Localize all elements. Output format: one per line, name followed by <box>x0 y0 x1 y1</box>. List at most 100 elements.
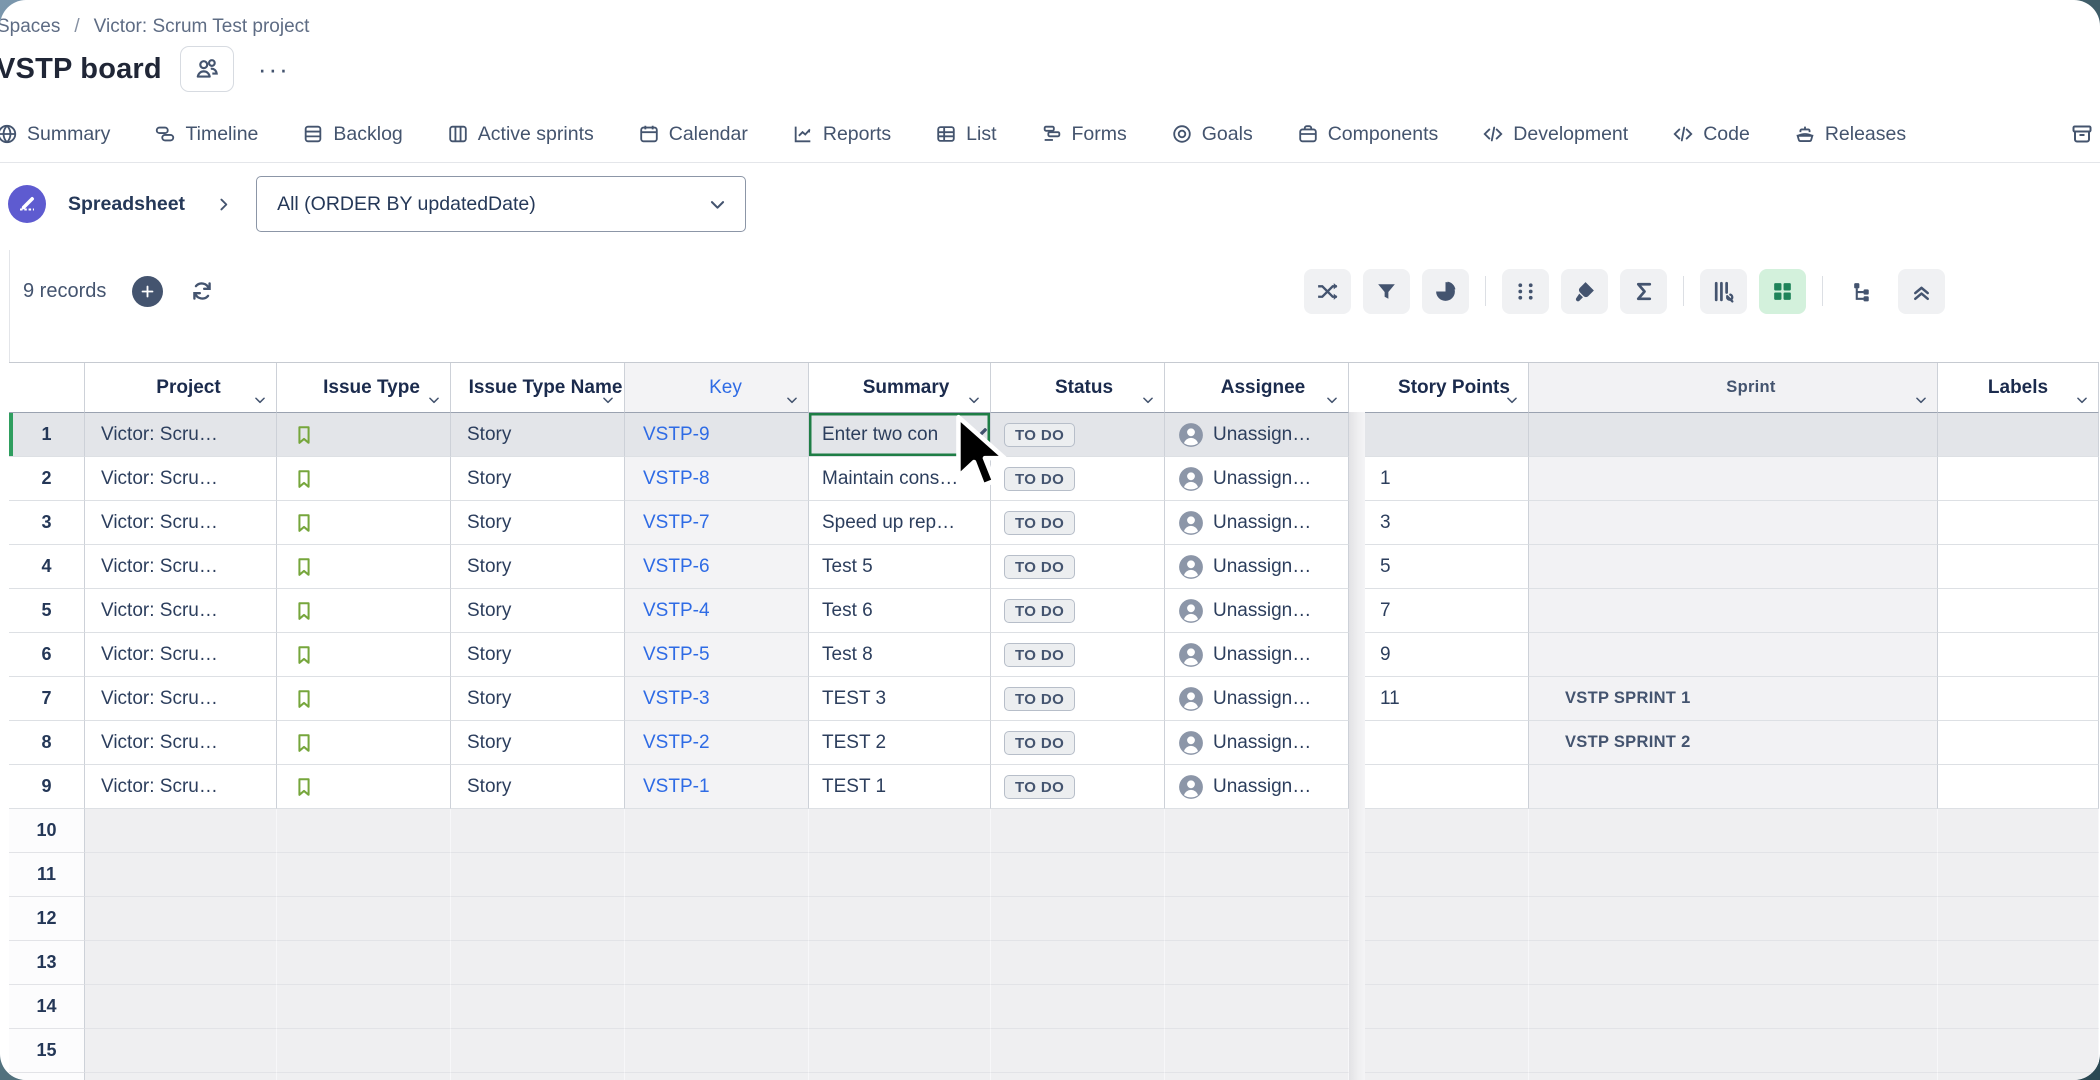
cell-project[interactable]: Victor: Scru… <box>85 677 277 721</box>
row-number[interactable]: 6 <box>9 633 85 677</box>
cell-sprint[interactable] <box>1529 413 1938 457</box>
cell-issue_type_name[interactable]: Story <box>451 501 625 545</box>
cell-summary[interactable]: Enter two con <box>809 413 991 457</box>
tab-code[interactable]: Code <box>1672 123 1750 146</box>
cell-sprint[interactable] <box>1529 589 1938 633</box>
empty-cell-summary[interactable] <box>809 941 991 985</box>
empty-cell-assignee[interactable] <box>1165 1029 1349 1073</box>
cell-project[interactable]: Victor: Scru… <box>85 501 277 545</box>
cell-labels[interactable] <box>1938 721 2099 765</box>
cell-issue_type_name[interactable]: Story <box>451 589 625 633</box>
tab-releases[interactable]: Releases <box>1794 123 1906 146</box>
cell-status[interactable]: TO DO <box>991 677 1165 721</box>
cell-summary[interactable]: Speed up rep… <box>809 501 991 545</box>
cell-sprint[interactable] <box>1529 633 1938 677</box>
cell-issue_type[interactable] <box>277 765 451 809</box>
row-number[interactable]: 10 <box>9 809 85 853</box>
empty-cell-story_points[interactable] <box>1365 1029 1529 1073</box>
cell-labels[interactable] <box>1938 413 2099 457</box>
shuffle-button[interactable] <box>1304 269 1351 314</box>
row-number[interactable]: 11 <box>9 853 85 897</box>
edit-pencil-icon[interactable] <box>971 425 990 444</box>
cell-sprint[interactable] <box>1529 765 1938 809</box>
cell-assignee[interactable]: Unassign… <box>1165 589 1349 633</box>
breadcrumb-spaces[interactable]: Spaces <box>0 16 60 38</box>
empty-cell-project[interactable] <box>85 853 277 897</box>
cell-assignee[interactable]: Unassign… <box>1165 765 1349 809</box>
empty-cell-story_points[interactable] <box>1365 897 1529 941</box>
chevron-down-icon[interactable] <box>1914 393 1928 407</box>
tab-forms[interactable]: Forms <box>1041 123 1127 146</box>
cell-story_points[interactable] <box>1365 721 1529 765</box>
cell-story_points[interactable]: 5 <box>1365 545 1529 589</box>
chevron-down-icon[interactable] <box>2075 393 2089 407</box>
spreadsheet-app-label[interactable]: Spreadsheet <box>68 193 185 216</box>
cell-issue_type[interactable] <box>277 633 451 677</box>
empty-cell-sprint[interactable] <box>1529 809 1938 853</box>
more-button[interactable]: ··· <box>252 59 296 79</box>
empty-cell-project[interactable] <box>85 941 277 985</box>
tab-timeline[interactable]: Timeline <box>154 123 258 146</box>
cell-assignee[interactable]: Unassign… <box>1165 677 1349 721</box>
empty-cell-sprint[interactable] <box>1529 1029 1938 1073</box>
empty-cell-key[interactable] <box>625 1029 809 1073</box>
cell-project[interactable]: Victor: Scru… <box>85 457 277 501</box>
tab-list[interactable]: List <box>935 123 996 146</box>
cell-story_points[interactable]: 1 <box>1365 457 1529 501</box>
empty-cell-summary[interactable] <box>809 853 991 897</box>
cell-status[interactable]: TO DO <box>991 501 1165 545</box>
empty-cell-summary[interactable] <box>809 809 991 853</box>
tab-calendar[interactable]: Calendar <box>638 123 748 146</box>
cell-status[interactable]: TO DO <box>991 457 1165 501</box>
tree-button[interactable] <box>1839 269 1886 314</box>
chevron-down-icon[interactable] <box>967 393 981 407</box>
empty-cell-labels[interactable] <box>1938 1073 2099 1080</box>
empty-cell-status[interactable] <box>991 897 1165 941</box>
cell-labels[interactable] <box>1938 589 2099 633</box>
empty-cell-labels[interactable] <box>1938 985 2099 1029</box>
empty-cell-story_points[interactable] <box>1365 809 1529 853</box>
tab-components[interactable]: Components <box>1297 123 1439 146</box>
empty-cell-assignee[interactable] <box>1165 941 1349 985</box>
row-number[interactable]: 5 <box>9 589 85 633</box>
empty-cell-labels[interactable] <box>1938 897 2099 941</box>
cell-summary[interactable]: Maintain cons… <box>809 457 991 501</box>
row-number[interactable]: 13 <box>9 941 85 985</box>
cell-labels[interactable] <box>1938 633 2099 677</box>
cell-assignee[interactable]: Unassign… <box>1165 413 1349 457</box>
empty-cell-status[interactable] <box>991 941 1165 985</box>
cell-summary[interactable]: Test 8 <box>809 633 991 677</box>
cell-status[interactable]: TO DO <box>991 721 1165 765</box>
empty-cell-story_points[interactable] <box>1365 941 1529 985</box>
row-number[interactable]: 15 <box>9 1029 85 1073</box>
column-header-labels[interactable]: Labels <box>1938 363 2099 413</box>
row-number[interactable]: 3 <box>9 501 85 545</box>
empty-cell-status[interactable] <box>991 1073 1165 1080</box>
empty-cell-key[interactable] <box>625 1073 809 1080</box>
cell-project[interactable]: Victor: Scru… <box>85 413 277 457</box>
empty-cell-key[interactable] <box>625 897 809 941</box>
column-header-sprint[interactable]: Sprint <box>1529 363 1938 413</box>
cell-sprint[interactable] <box>1529 545 1938 589</box>
empty-cell-assignee[interactable] <box>1165 809 1349 853</box>
tab-development[interactable]: Development <box>1482 123 1628 146</box>
empty-cell-assignee[interactable] <box>1165 985 1349 1029</box>
column-header-key[interactable]: Key <box>625 363 809 413</box>
cell-labels[interactable] <box>1938 457 2099 501</box>
cell-issue_type[interactable] <box>277 677 451 721</box>
empty-cell-issue_type[interactable] <box>277 897 451 941</box>
cell-issue_type[interactable] <box>277 413 451 457</box>
tab-summary[interactable]: Summary <box>0 123 110 146</box>
column-header-project[interactable]: Project <box>85 363 277 413</box>
row-number[interactable]: 14 <box>9 985 85 1029</box>
row-number[interactable]: 7 <box>9 677 85 721</box>
cell-assignee[interactable]: Unassign… <box>1165 457 1349 501</box>
chevron-down-icon[interactable] <box>601 393 615 407</box>
filter-button[interactable] <box>1363 269 1410 314</box>
cell-issue_type[interactable] <box>277 721 451 765</box>
row-number[interactable]: 9 <box>9 765 85 809</box>
cell-status[interactable]: TO DO <box>991 545 1165 589</box>
paint-button[interactable] <box>1561 269 1608 314</box>
empty-cell-summary[interactable] <box>809 1073 991 1080</box>
empty-cell-project[interactable] <box>85 1073 277 1080</box>
